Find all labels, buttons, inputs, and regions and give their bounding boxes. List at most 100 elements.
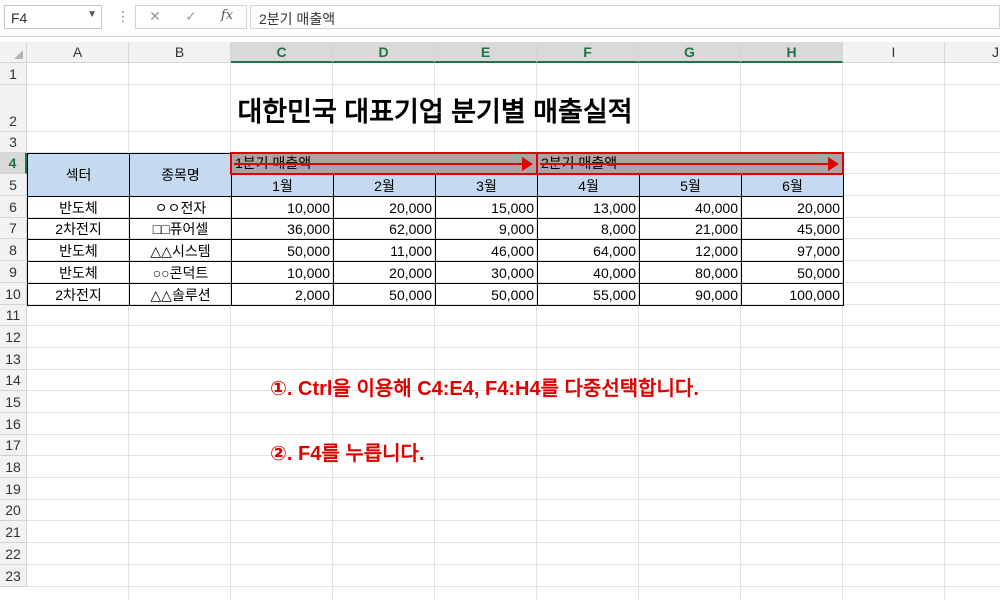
row-header-3[interactable]: 3: [0, 132, 27, 153]
sheet-title[interactable]: 대한민국 대표기업 분기별 매출실적: [129, 88, 741, 130]
data-cell-value[interactable]: 2,000: [231, 283, 334, 306]
row-header-8[interactable]: 8: [0, 239, 27, 261]
data-cell-value[interactable]: 40,000: [639, 196, 742, 219]
data-cell-value[interactable]: 97,000: [741, 239, 844, 262]
data-cell-value[interactable]: 55,000: [537, 283, 640, 306]
data-cell-sector[interactable]: 반도체: [27, 261, 130, 284]
gridline: [27, 455, 1000, 456]
data-cell-value[interactable]: 15,000: [435, 196, 538, 219]
data-cell-value[interactable]: 10,000: [231, 196, 334, 219]
row-header-15[interactable]: 15: [0, 391, 27, 413]
data-cell-value[interactable]: 50,000: [333, 283, 436, 306]
data-cell-value[interactable]: 13,000: [537, 196, 640, 219]
data-cell-value[interactable]: 40,000: [537, 261, 640, 284]
data-cell-stock[interactable]: ㅇㅇ전자: [129, 196, 232, 219]
row-header-21[interactable]: 21: [0, 521, 27, 543]
arrow-right-icon: [828, 157, 839, 171]
row-header-22[interactable]: 22: [0, 543, 27, 565]
row-header-18[interactable]: 18: [0, 456, 27, 478]
row-number: 22: [5, 546, 21, 562]
data-cell-sector[interactable]: 2차전지: [27, 218, 130, 240]
row-header-19[interactable]: 19: [0, 478, 27, 500]
header-cell-month[interactable]: 3월: [435, 174, 538, 197]
row-header-6[interactable]: 6: [0, 196, 27, 218]
data-cell-value[interactable]: 36,000: [231, 218, 334, 240]
data-cell-value[interactable]: 64,000: [537, 239, 640, 262]
data-cell-value[interactable]: 20,000: [741, 196, 844, 219]
column-header-h[interactable]: H: [741, 42, 843, 63]
header-cell-month[interactable]: 6월: [741, 174, 844, 197]
data-cell-value[interactable]: 100,000: [741, 283, 844, 306]
arrow-line: [540, 163, 830, 165]
data-cell-value[interactable]: 45,000: [741, 218, 844, 240]
data-cell-value[interactable]: 20,000: [333, 196, 436, 219]
data-cell-stock[interactable]: △△시스템: [129, 239, 232, 262]
header-cell-month[interactable]: 5월: [639, 174, 742, 197]
column-header-g[interactable]: G: [639, 42, 741, 63]
data-cell-value[interactable]: 11,000: [333, 239, 436, 262]
row-number: 16: [5, 416, 21, 432]
row-header-13[interactable]: 13: [0, 348, 27, 370]
row-header-1[interactable]: 1: [0, 63, 27, 85]
row-header-2[interactable]: 2: [0, 85, 27, 132]
data-cell-value[interactable]: 50,000: [231, 239, 334, 262]
row-header-20[interactable]: 20: [0, 500, 27, 521]
data-cell-value[interactable]: 46,000: [435, 239, 538, 262]
data-cell-value[interactable]: 80,000: [639, 261, 742, 284]
row-header-5[interactable]: 5: [0, 174, 27, 196]
data-cell-value[interactable]: 30,000: [435, 261, 538, 284]
column-header-b[interactable]: B: [129, 42, 231, 63]
dropdown-arrow-icon[interactable]: ▼: [87, 9, 97, 20]
data-cell-value[interactable]: 50,000: [435, 283, 538, 306]
row-number: 11: [5, 307, 21, 323]
column-header-a[interactable]: A: [27, 42, 129, 63]
data-cell-stock[interactable]: ○○콘덕트: [129, 261, 232, 284]
data-cell-stock[interactable]: □□퓨어셀: [129, 218, 232, 240]
data-cell-value[interactable]: 20,000: [333, 261, 436, 284]
insert-function-icon[interactable]: fx: [216, 8, 238, 26]
column-header-j[interactable]: J: [945, 42, 1000, 63]
row-number: 20: [5, 502, 21, 518]
column-header-d[interactable]: D: [333, 42, 435, 63]
gridline: [27, 477, 1000, 478]
row-header-14[interactable]: 14: [0, 370, 27, 391]
data-cell-value[interactable]: 90,000: [639, 283, 742, 306]
data-cell-sector[interactable]: 반도체: [27, 239, 130, 262]
row-header-12[interactable]: 12: [0, 326, 27, 348]
name-box[interactable]: F4 ▼: [4, 5, 102, 29]
cancel-icon[interactable]: ✕: [144, 8, 166, 26]
select-all-button[interactable]: [0, 42, 27, 63]
data-cell-value[interactable]: 9,000: [435, 218, 538, 240]
data-cell-sector[interactable]: 2차전지: [27, 283, 130, 306]
data-cell-value[interactable]: 8,000: [537, 218, 640, 240]
more-options-icon[interactable]: ⋮: [116, 8, 130, 25]
data-cell-value[interactable]: 50,000: [741, 261, 844, 284]
formula-input[interactable]: 2분기 매출액: [250, 5, 1000, 29]
row-header-4[interactable]: 4: [0, 153, 27, 174]
row-header-9[interactable]: 9: [0, 261, 27, 283]
row-header-17[interactable]: 17: [0, 435, 27, 456]
row-header-16[interactable]: 16: [0, 413, 27, 435]
row-header-23[interactable]: 23: [0, 565, 27, 587]
column-header-c[interactable]: C: [231, 42, 333, 63]
row-number: 6: [9, 199, 17, 215]
column-header-f[interactable]: F: [537, 42, 639, 63]
enter-icon[interactable]: ✓: [180, 8, 202, 26]
header-cell-sector[interactable]: 섹터: [27, 153, 130, 197]
header-cell-month[interactable]: 1월: [231, 174, 334, 197]
data-cell-value[interactable]: 21,000: [639, 218, 742, 240]
data-cell-stock[interactable]: △△솔루션: [129, 283, 232, 306]
header-cell-stock[interactable]: 종목명: [129, 153, 232, 197]
row-header-10[interactable]: 10: [0, 283, 27, 305]
header-cell-month[interactable]: 2월: [333, 174, 436, 197]
data-cell-value[interactable]: 62,000: [333, 218, 436, 240]
data-cell-value[interactable]: 12,000: [639, 239, 742, 262]
row-header-7[interactable]: 7: [0, 218, 27, 239]
data-cell-sector[interactable]: 반도체: [27, 196, 130, 219]
column-header-e[interactable]: E: [435, 42, 537, 63]
header-cell-month[interactable]: 4월: [537, 174, 640, 197]
row-header-11[interactable]: 11: [0, 305, 27, 326]
column-header-i[interactable]: I: [843, 42, 945, 63]
row-number: 7: [9, 220, 17, 236]
data-cell-value[interactable]: 10,000: [231, 261, 334, 284]
